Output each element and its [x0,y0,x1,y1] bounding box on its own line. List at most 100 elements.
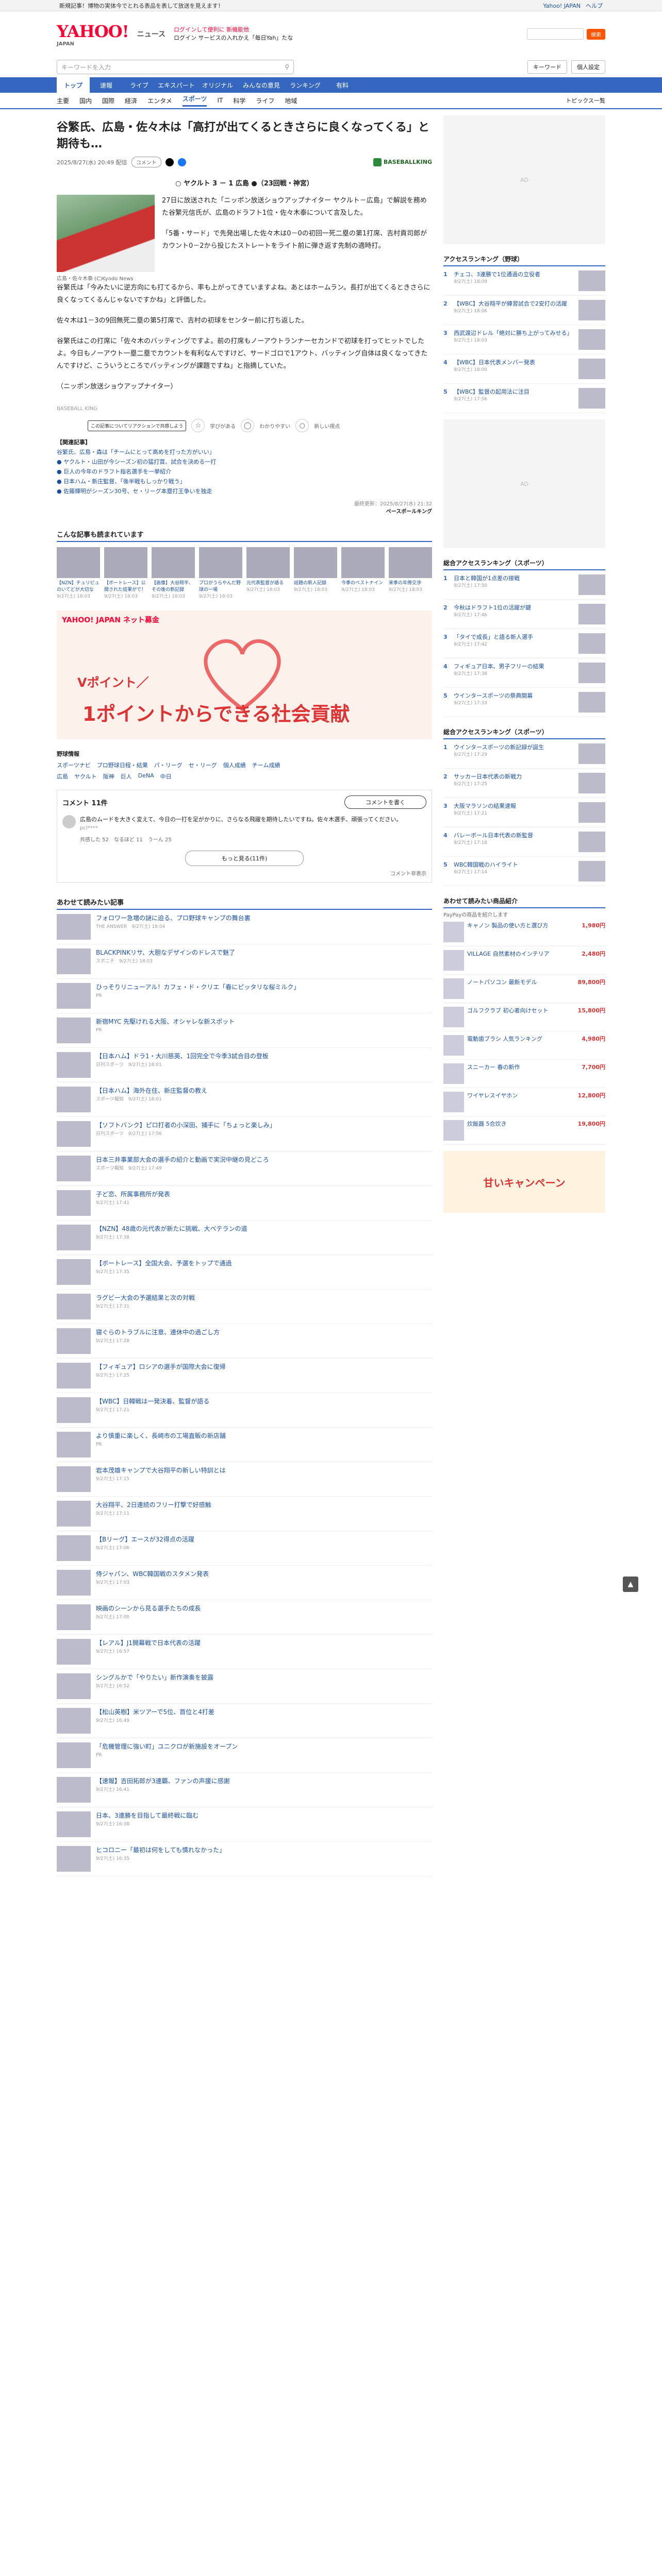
feed-title[interactable]: 【ボートレース】全国大会、予選をトップで通過 [96,1260,231,1267]
rank-item[interactable]: 2 今秋はドラフト1位の活躍が鍵 9/27(土) 17:46 [443,600,605,629]
card-title[interactable]: プロがうらやんだ野球の一場 [199,580,242,594]
feed-item[interactable]: 寝ぐらのトラブルに注意、連休中の過ごし方 9/27(土) 17:28 [57,1324,432,1359]
x-share-icon[interactable] [165,158,174,166]
doubt-button[interactable]: うーん 25 [148,836,172,844]
shop-item[interactable]: ワイヤレスイヤホン 12,800円 [443,1088,605,1116]
feed-item[interactable]: ラグビー大会の予選結果と次の対戦 9/27(土) 17:31 [57,1290,432,1324]
nav-ranking[interactable]: ランキング [285,77,326,93]
shop-thumbnail[interactable] [443,978,464,999]
shop-item[interactable]: キャノン 製品の使い方と選び方 1,980円 [443,918,605,946]
card-title[interactable]: 【画像】大谷翔平、その後の新記録 [152,580,195,594]
feed-item[interactable]: BLACKPINKリサ、大胆なデザインのドレスで魅了 スポニチ 9/27(土) 1… [57,944,432,979]
recommend-card[interactable]: 【NZN】チュリピュのいてどが大切な 9/27(土) 18:03 [57,547,100,600]
shop-thumbnail[interactable] [443,1007,464,1027]
shop-item[interactable]: 電動歯ブラシ 人気ランキング 4,980円 [443,1031,605,1060]
shop-title[interactable]: VILLAGE 自然素材のインテリア [467,950,578,971]
rank-thumbnail[interactable] [578,832,605,852]
rank-thumbnail[interactable] [578,329,605,350]
feed-title[interactable]: 【ソフトバンク】ピロ打者の小深田、捕手に「ちょっと楽しみ」 [96,1122,276,1129]
card-thumbnail[interactable] [389,547,432,578]
feed-title[interactable]: 新宿MYC 先駆けれる大阪、オシャレな新スポット [96,1018,235,1025]
card-thumbnail[interactable] [104,547,147,578]
subnav-main[interactable]: 主要 [57,96,69,105]
card-title[interactable]: 元代表監督が語る [246,580,290,587]
recommend-card[interactable]: 今季のベストナイン 9/27(土) 18:03 [341,547,385,600]
feed-item[interactable]: シングルかで「やりたい」新作演奏を披露 9/27(土) 16:52 [57,1669,432,1704]
shop-item[interactable]: 炊飯器 5合炊き 19,800円 [443,1116,605,1145]
rank-thumbnail[interactable] [578,861,605,882]
subnav-economy[interactable]: 経済 [125,96,137,105]
shop-thumbnail[interactable] [443,922,464,942]
recommend-card[interactable]: プロがうらやんだ野球の一場 9/27(土) 18:03 [199,547,242,600]
rank-thumbnail[interactable] [578,388,605,409]
feed-thumbnail[interactable] [57,1673,91,1699]
feed-title[interactable]: 【NZN】48歳の元代表が新たに挑戦、大ベテランの道 [96,1225,247,1232]
shop-title[interactable]: ノートパソコン 最新モデル [467,978,575,999]
feed-title[interactable]: BLACKPINKリサ、大胆なデザインのドレスで魅了 [96,949,235,956]
rank-title-text[interactable]: WBC韓国戦のハイライト [454,861,518,868]
card-title[interactable]: 来季の年俸交渉 [389,580,432,587]
learn-icon[interactable]: ☆ [191,419,205,432]
rank-thumbnail[interactable] [578,633,605,654]
campaign-ad[interactable]: 甘いキャンペーン [443,1151,605,1213]
feed-thumbnail[interactable] [57,1018,91,1043]
team-link-5[interactable]: DeNA [138,772,154,781]
feed-item[interactable]: ひっそりリニューアル！カフェ・ド・クリエ「春にピッタリな桜ミルク」 PR [57,979,432,1013]
rank-item[interactable]: 5 ウインタースポーツの祭典開幕 9/27(土) 17:33 [443,688,605,717]
rank-thumbnail[interactable] [578,692,605,713]
new-view-icon[interactable]: ○ [295,419,309,432]
provider-brand[interactable]: BASEBALLKING [373,158,432,166]
shop-title[interactable]: スニーカー 春の新作 [467,1063,578,1084]
rank-title-text[interactable]: 西武渡辺ドレル「絶対に勝ち上がってみせる」 [454,330,572,336]
rank-item[interactable]: 4 フィギュア日本、男子フリーの結果 9/27(土) 17:38 [443,658,605,688]
feed-thumbnail[interactable] [57,1708,91,1734]
rank-title-text[interactable]: 【WBC】監督の起用法に注目 [454,388,529,395]
feed-thumbnail[interactable] [57,1432,91,1458]
rank-thumbnail[interactable] [578,359,605,379]
feed-title[interactable]: 【フィギュア】ロシアの選手が国際大会に復帰 [96,1363,226,1370]
feed-item[interactable]: ヒコロニー「最初は何をしても慣れなかった」 9/27(土) 16:35 [57,1842,432,1876]
subnav-science[interactable]: 科学 [233,96,245,105]
nav-flash[interactable]: 速報 [90,77,123,93]
feed-thumbnail[interactable] [57,1570,91,1596]
shop-thumbnail[interactable] [443,950,464,971]
shop-item[interactable]: スニーカー 春の新作 7,700円 [443,1060,605,1088]
rank-title-text[interactable]: バレーボール日本代表の新監督 [454,832,533,839]
rank-title-text[interactable]: 【WBC】大谷翔平が練習試合で2安打の活躍 [454,300,567,307]
subnav-sports[interactable]: スポーツ [182,94,207,107]
feed-title[interactable]: 「危機管理に強い町」ユニクロが新施設をオープン [96,1743,238,1750]
recommend-card[interactable]: 元代表監督が語る 9/27(土) 18:03 [246,547,290,600]
feed-item[interactable]: 【Bリーグ】エースが32得点の活躍 9/27(土) 17:06 [57,1531,432,1566]
feed-title[interactable]: 【レアル】J1開幕戦で日本代表の活躍 [96,1639,201,1647]
write-comment-button[interactable]: コメントを書く [344,795,426,809]
rank-item[interactable]: 1 ウインタースポーツの新記録が誕生 9/27(土) 17:29 [443,739,605,769]
related-link-2[interactable]: ● ヤクルト・山田が今シーズン初の猛打賞、試合を決める一打 [57,457,432,467]
rank-title-text[interactable]: チェコ、3連勝で1位通過の立役者 [454,271,540,278]
feed-item[interactable]: 岩本茂雄キャンプで大谷翔平の新しい特訓とは 9/27(土) 17:15 [57,1462,432,1497]
feed-item[interactable]: 日本三井事業部大会の選手の紹介と動画で実況中継の見どころ スポーツ報知 9/27(… [57,1151,432,1186]
promo-text[interactable]: 新規記事！博物の実体今でとれる表品を表して放送を見えます！ [59,2,224,10]
rank-title-text[interactable]: 大阪マラソンの結果速報 [454,803,516,809]
rank-title-text[interactable]: フィギュア日本、男子フリーの結果 [454,663,544,670]
feed-item[interactable]: 「危機管理に強い町」ユニクロが新施設をオープン PR [57,1738,432,1773]
card-title[interactable]: 【NZN】チュリピュのいてどが大切な [57,580,100,594]
rank-title-text[interactable]: ウインタースポーツの新記録が誕生 [454,744,544,751]
feed-thumbnail[interactable] [57,1225,91,1250]
donation-banner[interactable]: YAHOO! JAPAN ネット募金 Vポイント／ 1ポイントからできる社会貢献 [57,611,432,739]
rank-title-text[interactable]: サッカー日本代表の新戦力 [454,773,522,780]
info-link-6[interactable]: チーム成績 [252,761,280,769]
related-link-4[interactable]: ● 日本ハム・新庄監督、「後半戦もしっかり戦う」 [57,477,432,486]
nav-live[interactable]: ライブ [123,77,156,93]
nav-expert[interactable]: エキスパート [156,77,197,93]
feed-item[interactable]: 子ど恋、所属事務所が発表 9/27(土) 17:41 [57,1186,432,1221]
feed-item[interactable]: 映画のシーンから見る選手たちの成長 9/27(土) 17:00 [57,1600,432,1635]
rank-item[interactable]: 1 日本と韓国が1点差の接戦 9/27(土) 17:50 [443,570,605,600]
card-thumbnail[interactable] [152,547,195,578]
rank-title-text[interactable]: 今秋はドラフト1位の活躍が鍵 [454,604,531,611]
article-photo[interactable]: 広島・佐々木泰 (C)Kyodo News [57,195,155,282]
recommend-card[interactable]: 【画像】大谷翔平、その後の新記録 9/27(土) 18:03 [152,547,195,600]
feed-thumbnail[interactable] [57,1190,91,1216]
feed-title[interactable]: ひっそりリニューアル！カフェ・ド・クリエ「春にピッタリな桜ミルク」 [96,984,300,991]
player-image[interactable] [57,195,155,272]
rank-thumbnail[interactable] [578,743,605,764]
